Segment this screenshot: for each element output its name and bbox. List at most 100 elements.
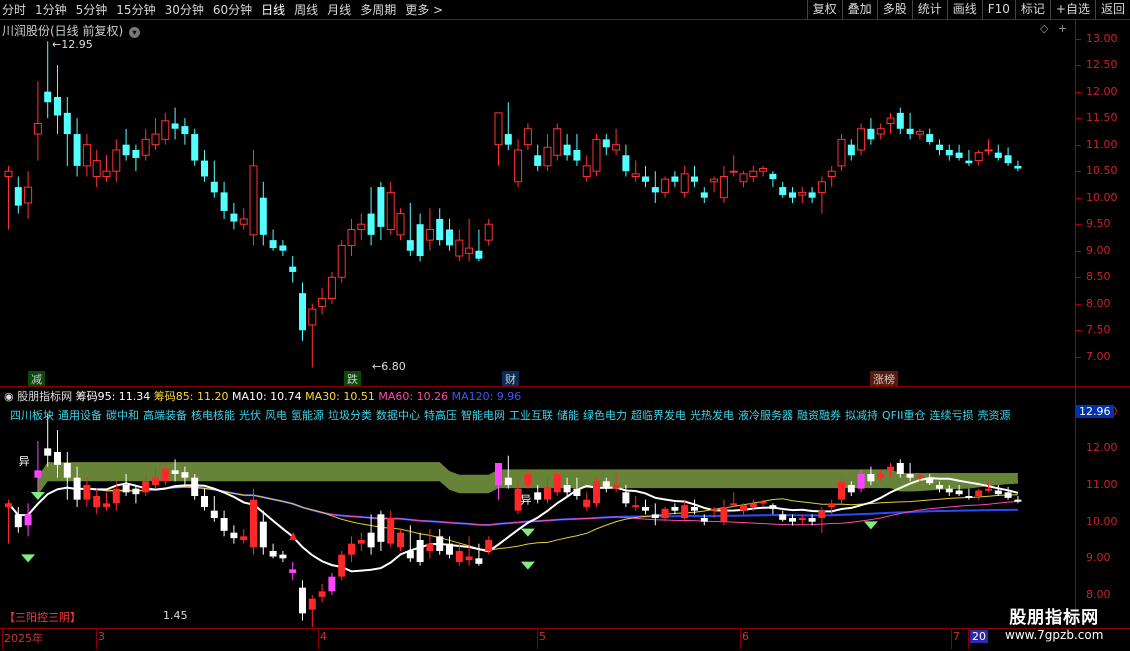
- event-tag-text: 跌: [347, 373, 358, 386]
- candle-body: [347, 229, 356, 246]
- sector-tag[interactable]: 数据中心: [376, 409, 420, 422]
- sector-tag[interactable]: 光热发电: [690, 409, 734, 422]
- candle-body: [945, 149, 953, 156]
- indicator-name[interactable]: ◉ 股朋指标网: [4, 390, 76, 403]
- sector-tag[interactable]: 融资融券: [797, 409, 841, 422]
- sector-tag[interactable]: 垃圾分类: [328, 409, 372, 422]
- period-tab[interactable]: 日线: [261, 1, 285, 18]
- event-tag-cai[interactable]: 财: [502, 371, 519, 387]
- sector-tag[interactable]: 高端装备: [143, 409, 187, 422]
- period-tab[interactable]: 多周期: [360, 1, 396, 18]
- period-tab[interactable]: 1分钟: [35, 1, 67, 18]
- sector-tag[interactable]: 壳资源: [977, 409, 1010, 422]
- main-candlestick-chart[interactable]: [0, 20, 1075, 386]
- sector-tag[interactable]: 拟减持: [845, 409, 878, 422]
- sub-candle-body: [201, 496, 208, 507]
- sector-tag[interactable]: 四川板块: [10, 409, 54, 422]
- toolbar-button[interactable]: F10: [981, 0, 1015, 20]
- candle-body: [161, 120, 170, 140]
- toolbar-button[interactable]: 多股: [876, 0, 912, 20]
- sector-tag[interactable]: 智能电网: [461, 409, 505, 422]
- sub-candle-body: [945, 488, 953, 493]
- sector-tag[interactable]: 特高压: [424, 409, 457, 422]
- period-tab[interactable]: 更多 >: [405, 1, 443, 18]
- candle-body: [700, 192, 708, 198]
- toolbar-button[interactable]: 复权: [806, 0, 842, 20]
- price-tick: 9.50: [1086, 217, 1111, 231]
- sub-candle-body: [544, 486, 551, 500]
- sector-tag[interactable]: 液冷服务器: [738, 409, 793, 422]
- low-annotation: ←6.80: [372, 360, 406, 373]
- sector-tag[interactable]: QFII重仓: [882, 409, 925, 422]
- dropdown-icon[interactable]: ▾: [129, 27, 141, 38]
- candle-body: [926, 134, 934, 143]
- stock-title[interactable]: 川润股份(日线 前复权) ▾: [2, 22, 141, 39]
- candle-body: [612, 144, 621, 151]
- indicator-tick: 8.00: [1086, 588, 1111, 601]
- settings-icons[interactable]: ◇ +: [1040, 22, 1067, 35]
- sector-tag[interactable]: 光伏: [239, 409, 261, 422]
- period-tab[interactable]: 月线: [327, 1, 351, 18]
- sub-candle-body: [338, 554, 346, 577]
- diamond-icon[interactable]: ◇: [1040, 22, 1048, 35]
- sub-candle-body: [661, 508, 669, 518]
- sector-tag[interactable]: 氢能源: [291, 409, 324, 422]
- indicator-value: MA30: 10.51: [305, 390, 379, 403]
- period-tab[interactable]: 15分钟: [116, 1, 155, 18]
- candle-body: [710, 178, 719, 183]
- event-tag-die[interactable]: 跌: [344, 371, 361, 387]
- price-tick: 10.50: [1086, 164, 1118, 178]
- period-tab[interactable]: 分时: [2, 1, 26, 18]
- candle-body: [132, 149, 140, 158]
- price-tick: 12.50: [1086, 58, 1118, 72]
- candle-body: [631, 173, 640, 177]
- sector-tag[interactable]: 绿色电力: [583, 409, 627, 422]
- sector-tag[interactable]: 碳中和: [106, 409, 139, 422]
- price-tick: 8.50: [1086, 270, 1111, 284]
- sub-candle-body: [171, 470, 179, 474]
- sector-tag[interactable]: 超临界发电: [631, 409, 686, 422]
- sector-tag[interactable]: 工业互联: [509, 409, 553, 422]
- price-tick-mark: [1076, 250, 1081, 252]
- toolbar-button[interactable]: 返回: [1094, 0, 1130, 20]
- sub-candle-body: [906, 474, 914, 478]
- sector-tag[interactable]: 核电核能: [191, 409, 235, 422]
- toolbar-button[interactable]: 统计: [911, 0, 947, 20]
- toolbar-button[interactable]: 画线: [946, 0, 982, 20]
- candle-body: [63, 112, 71, 135]
- sub-candle-body: [455, 551, 463, 562]
- add-icon[interactable]: +: [1058, 22, 1067, 35]
- current-price-tag: 12.96: [1076, 405, 1114, 419]
- candle-body: [886, 117, 895, 124]
- candle-body: [1014, 165, 1022, 169]
- sector-tag[interactable]: 风电: [265, 409, 287, 422]
- time-label: 2025年: [4, 632, 43, 645]
- candle-body: [337, 244, 346, 278]
- period-tab[interactable]: 周线: [294, 1, 318, 18]
- candle-body: [425, 229, 434, 241]
- period-tab[interactable]: 30分钟: [165, 1, 204, 18]
- sub-candle-body: [24, 514, 32, 526]
- sub-candle-body: [230, 532, 238, 539]
- candle-body: [867, 128, 875, 140]
- toolbar-button[interactable]: 叠加: [841, 0, 877, 20]
- candle-body: [827, 170, 836, 177]
- watermark-url: www.7gpzb.com: [1005, 628, 1104, 642]
- sector-tag[interactable]: 通用设备: [58, 409, 102, 422]
- price-axis: 13.00 12.50 12.00 11.50 11.00 10.50 10.00 9.50 9…: [1075, 20, 1130, 386]
- event-tag-jian[interactable]: 减: [28, 371, 45, 387]
- candle-body: [847, 144, 855, 156]
- toolbar-button[interactable]: 标记: [1014, 0, 1050, 20]
- period-tab[interactable]: 5分钟: [76, 1, 108, 18]
- toolbar-button[interactable]: +自选: [1049, 0, 1095, 20]
- indicator-value: 筹码95: 11.34: [75, 390, 154, 403]
- event-tag-zhangbang[interactable]: 涨榜: [870, 371, 898, 387]
- candle-body: [729, 170, 738, 173]
- sub-candle-body: [749, 503, 757, 507]
- sub-candle-body: [769, 505, 777, 509]
- indicator-chart[interactable]: 异异: [0, 387, 1075, 627]
- sector-tag[interactable]: 连续亏损: [929, 409, 973, 422]
- candle-body: [465, 247, 474, 254]
- sector-tag[interactable]: 储能: [557, 409, 579, 422]
- period-tab[interactable]: 60分钟: [213, 1, 252, 18]
